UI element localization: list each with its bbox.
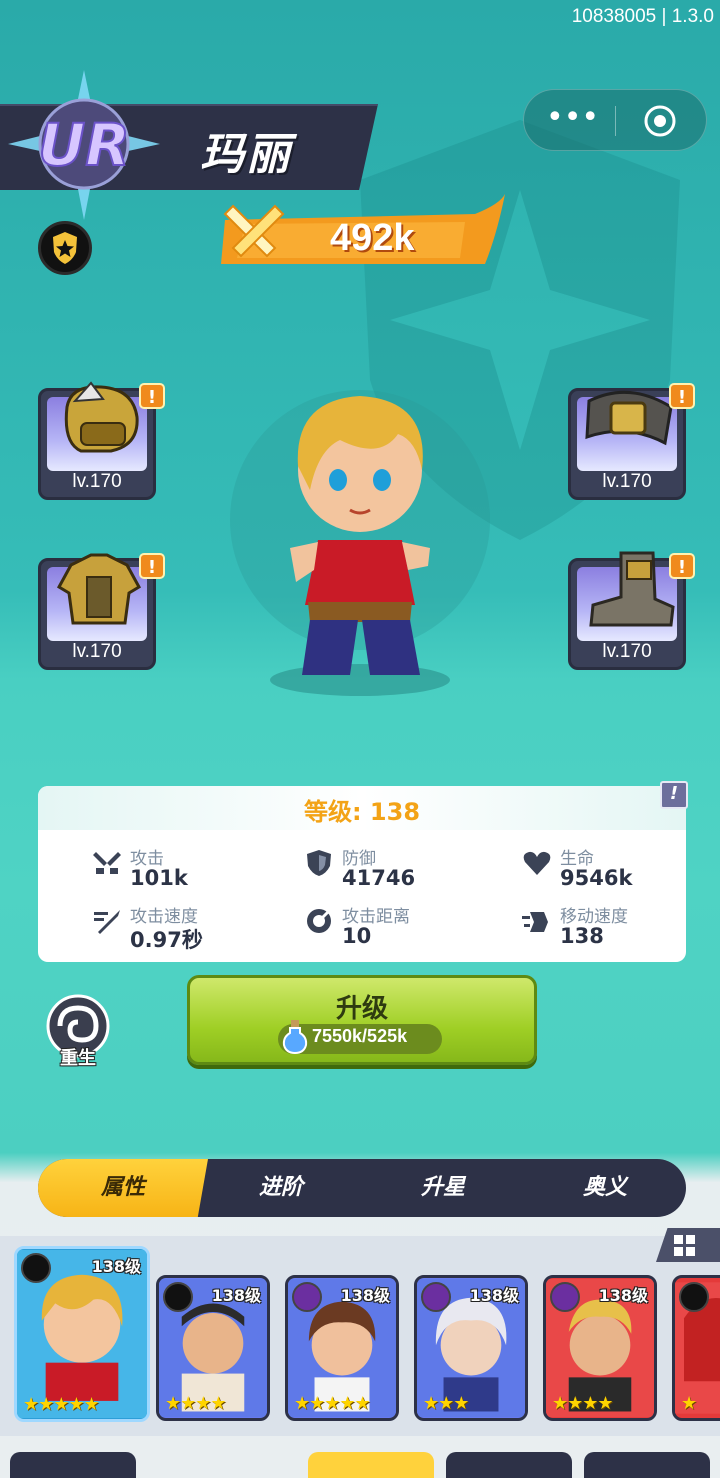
hero-name: 玛丽 xyxy=(200,129,292,180)
more-menu-button[interactable]: ••• xyxy=(546,103,599,138)
grid-view-button[interactable] xyxy=(656,1228,720,1262)
stat-value: 0.97秒 xyxy=(130,928,203,952)
tab-star-up[interactable]: 升星 xyxy=(362,1159,524,1217)
belt-icon xyxy=(585,390,673,446)
capsule-divider xyxy=(615,106,616,136)
stat-value: 101k xyxy=(130,866,188,890)
stat-value: 41746 xyxy=(342,866,416,890)
stats-panel: 等级: 138 攻击 101k 防御 41746 生命 9546k 攻击速度 0… xyxy=(38,786,686,962)
version-label: 10838005 | 1.3.0 xyxy=(571,6,714,27)
card-stars: ★★★★★ xyxy=(23,1394,100,1415)
shield-star-icon xyxy=(53,232,77,264)
tab-bar: 属性 进阶 升星 奥义 xyxy=(38,1159,686,1217)
armor-icon xyxy=(56,553,142,625)
equip-slot-gloves[interactable]: lv.170 ! xyxy=(38,381,165,500)
equip-slot-boots[interactable]: lv.170 ! xyxy=(568,551,695,670)
roster-card-6[interactable]: ★ xyxy=(672,1275,720,1421)
upgrade-alert-icon: ! xyxy=(669,383,695,409)
combat-power-value: 492k xyxy=(330,217,415,259)
upgrade-label: 升级 xyxy=(335,994,388,1024)
upgrade-alert-icon: ! xyxy=(669,553,695,579)
faction-badge-icon xyxy=(421,1282,451,1312)
attack-icon xyxy=(93,852,121,874)
equip-level: lv.170 xyxy=(72,471,122,492)
attack-speed-icon xyxy=(94,910,120,934)
equip-slot-armor[interactable]: lv.170 ! xyxy=(38,553,165,670)
roster-card-3[interactable]: 138级 ★★★★★ xyxy=(285,1275,399,1421)
rebirth-label[interactable]: 重生 xyxy=(40,1044,116,1070)
bottom-button-primary[interactable] xyxy=(308,1452,434,1478)
hero-level: 等级: 138 xyxy=(303,798,421,826)
upgrade-button[interactable]: 升级 7550k/525k xyxy=(187,975,537,1065)
equip-level: lv.170 xyxy=(602,641,652,662)
move-speed-icon xyxy=(522,912,548,932)
potion-icon xyxy=(282,1020,308,1054)
card-stars: ★★★ xyxy=(423,1393,469,1414)
faction-badge-icon xyxy=(21,1253,51,1283)
stat-value: 10 xyxy=(342,924,372,948)
tab-ultimate[interactable]: 奥义 xyxy=(524,1159,686,1217)
card-level: 138级 xyxy=(598,1286,648,1305)
upgrade-alert-icon: ! xyxy=(139,383,165,409)
upgrade-cost: 7550k/525k xyxy=(312,1026,408,1046)
grid-icon xyxy=(674,1235,695,1256)
defense-icon xyxy=(307,850,331,876)
hero-character-art xyxy=(230,390,490,696)
ur-rarity-icon: UR xyxy=(8,70,160,220)
stat-value: 9546k xyxy=(560,866,633,890)
faction-badge[interactable] xyxy=(38,221,92,275)
upgrade-alert-icon: ! xyxy=(139,553,165,579)
gloves-icon xyxy=(64,381,139,453)
stats-info-button[interactable]: ! xyxy=(660,781,688,809)
bottom-button-left[interactable] xyxy=(10,1452,136,1478)
equip-level: lv.170 xyxy=(72,641,122,662)
faction-badge-icon xyxy=(292,1282,322,1312)
card-stars: ★★★★ xyxy=(552,1393,614,1414)
equip-slot-belt[interactable]: lv.170 ! xyxy=(568,383,695,500)
card-stars: ★★★★★ xyxy=(294,1393,371,1414)
card-stars: ★★★★ xyxy=(165,1393,227,1414)
faction-badge-icon xyxy=(163,1282,193,1312)
faction-badge-icon xyxy=(679,1282,709,1312)
equip-level: lv.170 xyxy=(602,471,652,492)
roster-card-5[interactable]: 138级 ★★★★ xyxy=(543,1275,657,1421)
roster-card-mary[interactable]: 138级 ★★★★★ xyxy=(14,1246,150,1422)
game-scene: 10838005 | 1.3.0 ••• UR 玛丽 492k lv.170 !… xyxy=(0,0,720,1478)
card-level: 138级 xyxy=(211,1286,261,1305)
card-level: 138级 xyxy=(469,1286,519,1305)
card-level: 138级 xyxy=(340,1286,390,1305)
hp-icon xyxy=(523,851,551,875)
attack-range-icon xyxy=(307,908,332,933)
card-level: 138级 xyxy=(91,1257,141,1276)
close-target-icon[interactable] xyxy=(642,103,678,139)
roster-card-2[interactable]: 138级 ★★★★ xyxy=(156,1275,270,1421)
tab-advance[interactable]: 进阶 xyxy=(200,1159,362,1217)
faction-badge-icon xyxy=(550,1282,580,1312)
boots-icon xyxy=(589,551,675,627)
bottom-button-2[interactable] xyxy=(446,1452,572,1478)
roster-card-4[interactable]: 138级 ★★★ xyxy=(414,1275,528,1421)
bottom-button-3[interactable] xyxy=(584,1452,710,1478)
card-stars: ★ xyxy=(681,1393,697,1414)
tab-attributes[interactable]: 属性 xyxy=(38,1159,208,1217)
miniprogram-capsule: ••• xyxy=(523,89,707,151)
rarity-text: UR xyxy=(38,111,130,179)
stat-value: 138 xyxy=(560,924,604,948)
